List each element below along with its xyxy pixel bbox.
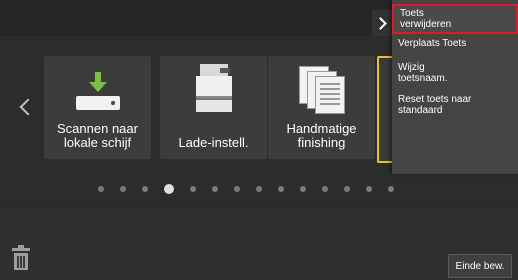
menu-item-move-key[interactable]: Verplaats Toets <box>392 38 518 49</box>
page-dot[interactable] <box>322 186 328 192</box>
page-dot[interactable] <box>256 186 262 192</box>
chevron-right-icon <box>374 16 387 30</box>
trash-icon[interactable] <box>12 245 30 270</box>
tile-label: Lade-instell. <box>178 135 249 150</box>
page-dot[interactable] <box>300 186 306 192</box>
page-dot[interactable] <box>344 186 350 192</box>
page-dot[interactable] <box>190 186 196 192</box>
chevron-left-icon <box>19 98 37 116</box>
tile-manual-finishing[interactable]: Handmatige finishing <box>268 56 375 159</box>
menu-collapse-button[interactable] <box>372 10 392 36</box>
context-menu: Toets verwijderen Verplaats Toets Wijzig… <box>392 0 518 174</box>
tile-label: Handmatige finishing <box>286 121 357 150</box>
printer-tray-icon <box>194 64 234 114</box>
page-dot[interactable] <box>278 186 284 192</box>
page-dot[interactable] <box>366 186 372 192</box>
page-dot[interactable] <box>98 186 104 192</box>
end-edit-button[interactable]: Einde bew. <box>448 254 512 278</box>
scan-to-drive-icon <box>74 70 122 112</box>
page-indicator <box>90 184 402 198</box>
page-dot[interactable] <box>234 186 240 192</box>
page-dot[interactable] <box>120 186 126 192</box>
home-screen-edit: Scannen naar lokale schijf Lade-instell.… <box>0 0 518 280</box>
tile-label: Scannen naar lokale schijf <box>57 121 138 150</box>
tile-tray-settings[interactable]: Lade-instell. <box>160 56 267 159</box>
previous-page-button[interactable] <box>18 92 38 122</box>
menu-item-rename-key[interactable]: Wijzig toetsnaam. <box>392 62 518 84</box>
menu-item-delete-key[interactable]: Toets verwijderen <box>392 4 518 34</box>
page-dot[interactable] <box>164 184 174 194</box>
page-dot[interactable] <box>388 186 394 192</box>
bottom-bar <box>0 208 518 280</box>
tile-scan-to-local-drive[interactable]: Scannen naar lokale schijf <box>44 56 151 159</box>
page-dot[interactable] <box>212 186 218 192</box>
page-dot[interactable] <box>142 186 148 192</box>
menu-item-reset-key[interactable]: Reset toets naar standaard <box>392 94 518 116</box>
documents-stack-icon <box>298 66 345 114</box>
